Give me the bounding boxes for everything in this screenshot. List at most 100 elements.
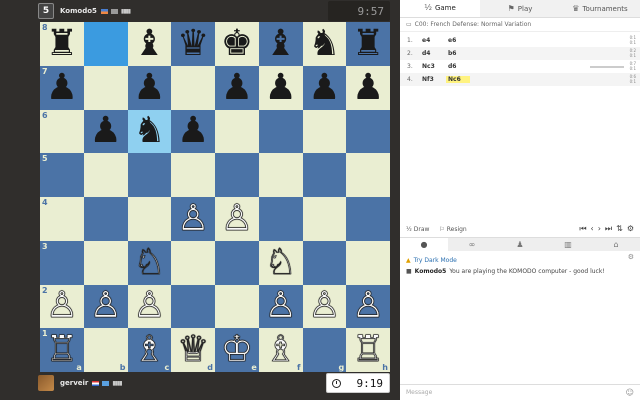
square-e8[interactable]: ♚ <box>215 22 259 66</box>
square-h8[interactable]: ♜ <box>346 22 390 66</box>
square-g2[interactable]: ♙ <box>302 284 347 329</box>
flip-board-icon[interactable]: ⇅ <box>616 224 623 234</box>
chess-piece[interactable]: ♗ <box>133 331 166 368</box>
players-tab[interactable]: ♟ <box>496 238 544 251</box>
chess-piece[interactable]: ♙ <box>45 288 78 325</box>
square-d1[interactable]: d ♕ <box>171 328 215 372</box>
black-move[interactable]: e6 <box>446 37 470 44</box>
chess-piece[interactable]: ♜ <box>46 25 78 62</box>
square-h2[interactable]: ♙ <box>346 284 390 329</box>
gift-tab[interactable]: ⌂ <box>592 238 640 251</box>
tab-play[interactable]: ⚑ Play <box>480 0 560 17</box>
square-c1[interactable]: c ♗ <box>127 328 172 372</box>
chess-piece[interactable]: ♕ <box>177 331 210 368</box>
square-d5[interactable] <box>171 153 215 197</box>
square-g5[interactable] <box>302 153 347 197</box>
chess-piece[interactable]: ♞ <box>133 113 165 149</box>
square-d3[interactable] <box>171 240 215 285</box>
chess-piece[interactable]: ♜ <box>352 25 384 62</box>
white-move[interactable]: e4 <box>420 37 446 44</box>
opening-name[interactable]: ▭ C00: French Defense: Normal Variation <box>400 18 640 32</box>
square-g4[interactable] <box>302 197 347 241</box>
tab-game[interactable]: ½ Game <box>400 0 480 17</box>
chess-piece[interactable]: ♟ <box>352 69 384 106</box>
square-d2[interactable] <box>171 284 215 329</box>
bottom-player-name[interactable]: gerveir <box>60 379 88 387</box>
chess-piece[interactable]: ♙ <box>177 200 210 237</box>
chess-piece[interactable]: ♟ <box>89 113 121 149</box>
bot-avatar[interactable]: 5 <box>38 3 54 19</box>
square-a6[interactable]: 6 <box>40 109 84 154</box>
next-move-icon[interactable]: › <box>598 224 601 234</box>
black-move[interactable]: Nc6 <box>446 76 470 83</box>
square-h3[interactable] <box>346 240 390 285</box>
square-f5[interactable] <box>258 153 303 197</box>
square-f4[interactable] <box>258 197 303 241</box>
square-g8[interactable]: ♞ <box>302 22 347 66</box>
prev-move-icon[interactable]: ‹ <box>591 224 594 234</box>
square-h1[interactable]: h ♖ <box>346 328 390 372</box>
chess-piece[interactable]: ♛ <box>177 25 209 62</box>
chess-piece[interactable]: ♟ <box>46 69 78 106</box>
square-c8[interactable]: ♝ <box>127 22 172 66</box>
chess-piece[interactable]: ♔ <box>220 331 253 368</box>
square-f7[interactable]: ♟ <box>258 65 303 110</box>
square-g1[interactable]: g <box>302 328 347 372</box>
chess-piece[interactable]: ♙ <box>264 288 297 325</box>
chess-piece[interactable]: ♙ <box>220 200 253 237</box>
square-e2[interactable] <box>215 284 259 329</box>
square-c4[interactable] <box>127 197 172 241</box>
square-b4[interactable] <box>83 197 128 241</box>
square-h6[interactable] <box>346 109 390 154</box>
square-e1[interactable]: e ♔ <box>215 328 259 372</box>
square-c7[interactable]: ♟ <box>127 65 172 110</box>
white-move[interactable]: Nc3 <box>420 63 446 70</box>
chess-piece[interactable]: ♝ <box>133 25 165 62</box>
square-f1[interactable]: f ♗ <box>258 328 303 372</box>
square-e6[interactable] <box>215 109 259 154</box>
dark-mode-link[interactable]: Try Dark Mode <box>414 257 457 264</box>
first-move-icon[interactable]: ⏮ <box>579 224 586 234</box>
chess-piece[interactable]: ♘ <box>264 244 297 281</box>
user-avatar[interactable] <box>38 375 54 391</box>
square-d7[interactable] <box>171 65 215 110</box>
square-g7[interactable]: ♟ <box>302 65 347 110</box>
chess-piece[interactable]: ♙ <box>89 288 122 325</box>
square-b6[interactable]: ♟ <box>83 109 128 154</box>
chat-username[interactable]: Komodo5 <box>415 268 447 275</box>
square-a2[interactable]: 2 ♙ <box>40 284 84 329</box>
chat-tab[interactable]: ● <box>400 238 448 251</box>
square-e3[interactable] <box>215 240 259 285</box>
square-f6[interactable] <box>258 109 303 154</box>
square-f8[interactable]: ♝ <box>258 22 303 66</box>
settings-icon[interactable]: ⚙ <box>627 224 634 234</box>
square-h5[interactable] <box>346 153 390 197</box>
square-d4[interactable]: ♙ <box>171 197 215 241</box>
square-b3[interactable] <box>83 240 128 285</box>
spectators-tab[interactable]: ∞ <box>448 238 496 251</box>
square-c5[interactable] <box>127 153 172 197</box>
square-d6[interactable]: ♟ <box>171 109 215 154</box>
square-b8[interactable] <box>83 22 128 66</box>
square-b1[interactable]: b <box>83 328 128 372</box>
resign-button[interactable]: ⚐ Resign <box>439 226 466 233</box>
white-move[interactable]: Nf3 <box>420 76 446 83</box>
chess-piece[interactable]: ♗ <box>264 331 297 368</box>
square-a8[interactable]: 8 ♜ <box>40 22 84 66</box>
square-a1[interactable]: 1 a ♖ <box>40 328 84 372</box>
square-c2[interactable]: ♙ <box>127 284 172 329</box>
chess-piece[interactable]: ♙ <box>308 288 341 325</box>
chess-piece[interactable]: ♘ <box>133 244 166 281</box>
square-e7[interactable]: ♟ <box>215 65 259 110</box>
chess-piece[interactable]: ♟ <box>177 113 209 149</box>
chess-piece[interactable]: ♖ <box>45 331 78 368</box>
chess-piece[interactable]: ♖ <box>352 331 385 368</box>
square-h7[interactable]: ♟ <box>346 65 390 110</box>
square-g6[interactable] <box>302 109 347 154</box>
square-f2[interactable]: ♙ <box>258 284 303 329</box>
chess-piece[interactable]: ♚ <box>221 25 253 62</box>
chess-piece[interactable]: ♟ <box>264 69 296 106</box>
tab-tournaments[interactable]: ♛ Tournaments <box>560 0 640 17</box>
black-move[interactable]: b6 <box>446 50 470 57</box>
stats-tab[interactable]: ▥ <box>544 238 592 251</box>
